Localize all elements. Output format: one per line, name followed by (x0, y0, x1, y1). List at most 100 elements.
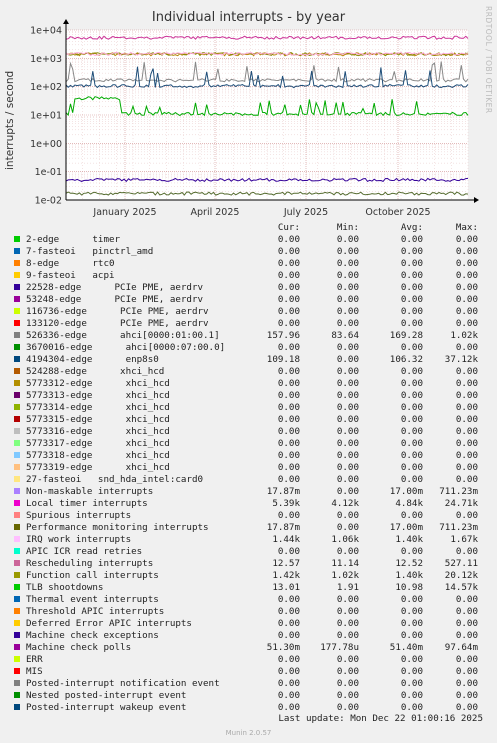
legend-swatch (14, 488, 20, 494)
legend-cur: 0.00 (277, 402, 300, 413)
legend-swatch (14, 344, 20, 350)
legend-row: IRQ work interrupts 1.44k 1.06k 1.40k 1.67k (0, 534, 497, 546)
legend-row: 5773314-edge xhci_hcd 0.00 0.00 0.00 0.00 (0, 402, 497, 414)
legend-swatch (14, 632, 20, 638)
legend-max: 0.00 (455, 234, 478, 245)
legend-min: 11.14 (331, 558, 359, 569)
legend-row: MIS 0.00 0.00 0.00 0.00 (0, 666, 497, 678)
legend-max: 0.00 (455, 630, 478, 641)
legend-cur: 17.87m (266, 522, 300, 533)
legend-cur: 0.00 (277, 306, 300, 317)
legend-max: 0.00 (455, 270, 478, 281)
y-tick-label: 1e+03 (30, 54, 62, 65)
legend-cur: 0.00 (277, 258, 300, 269)
legend-label: Machine check exceptions (26, 630, 159, 641)
legend-min: 0.00 (336, 378, 359, 389)
legend-avg: 0.00 (400, 378, 423, 389)
legend-cur: 12.57 (272, 558, 300, 569)
legend-min: 0.00 (336, 450, 359, 461)
legend-cur: 0.00 (277, 366, 300, 377)
legend-swatch (14, 560, 20, 566)
legend-cur: 0.00 (277, 690, 300, 701)
legend-max: 0.00 (455, 474, 478, 485)
legend-max: 1.02k (450, 330, 478, 341)
x-tick-label: October 2025 (365, 207, 430, 218)
legend-row: 27-fasteoi snd_hda_intel:card0 0.00 0.00 0.… (0, 474, 497, 486)
legend-cur: 0.00 (277, 654, 300, 665)
legend-row: 5773318-edge xhci_hcd 0.00 0.00 0.00 0.00 (0, 450, 497, 462)
legend-avg: 0.00 (400, 510, 423, 521)
x-tick-label: July 2025 (283, 207, 328, 218)
legend-avg: 0.00 (400, 630, 423, 641)
legend-label: TLB shootdowns (26, 582, 104, 593)
legend-max: 0.00 (455, 414, 478, 425)
legend-avg: 0.00 (400, 318, 423, 329)
legend-avg: 0.00 (400, 414, 423, 425)
legend-avg: 0.00 (400, 258, 423, 269)
legend-label: 27-fasteoi snd_hda_intel:card0 (26, 474, 204, 485)
legend-min: 0.00 (336, 366, 359, 377)
legend-row: Thermal event interrupts 0.00 0.00 0.00 0.00 (0, 594, 497, 606)
legend-label: 3670016-edge ahci[0000:07:00.0] (26, 342, 226, 353)
legend-cur: 0.00 (277, 702, 300, 713)
legend-min: 0.00 (336, 522, 359, 533)
legend-max: 0.00 (455, 666, 478, 677)
legend-avg: 0.00 (400, 270, 423, 281)
legend-avg: 1.40k (395, 534, 423, 545)
legend-swatch (14, 368, 20, 374)
legend-min: 0.00 (336, 690, 359, 701)
legend-row: 133120-edge PCIe PME, aerdrv 0.00 0.00 0.00… (0, 318, 497, 330)
legend-row: TLB shootdowns 13.01 1.91 10.98 14.57k (0, 582, 497, 594)
legend-cur: 109.18 (266, 354, 300, 365)
legend-row: 5773319-edge xhci_hcd 0.00 0.00 0.00 0.00 (0, 462, 497, 474)
legend-swatch (14, 452, 20, 458)
legend-cur: 1.42k (272, 570, 300, 581)
legend-swatch (14, 500, 20, 506)
legend-min: 0.00 (336, 438, 359, 449)
legend-label: 5773318-edge xhci_hcd (26, 450, 170, 461)
x-tick-label: January 2025 (92, 207, 156, 218)
legend-row: 53248-edge PCIe PME, aerdrv 0.00 0.00 0.00 0… (0, 294, 497, 306)
legend-row: Function call interrupts 1.42k 1.02k 1.40k 2… (0, 570, 497, 582)
legend-min: 0.00 (336, 486, 359, 497)
legend-avg: 51.40m (389, 642, 423, 653)
legend-min: 0.00 (336, 270, 359, 281)
legend-cur: 0.00 (277, 234, 300, 245)
legend-max: 0.00 (455, 402, 478, 413)
legend-cur: 0.00 (277, 426, 300, 437)
legend-row: 526336-edge ahci[0000:01:00.1] 157.96 83.6… (0, 330, 497, 342)
legend-max: 0.00 (455, 342, 478, 353)
legend-label: 9-fasteoi acpi (26, 270, 115, 281)
legend-min: 0.00 (336, 666, 359, 677)
legend-row: Spurious interrupts 0.00 0.00 0.00 0.00 (0, 510, 497, 522)
legend-max: 0.00 (455, 390, 478, 401)
legend-min: 0.00 (336, 546, 359, 557)
legend-avg: 0.00 (400, 690, 423, 701)
col-header-avg: Avg: (400, 222, 423, 233)
legend-min: 0.00 (336, 390, 359, 401)
legend-cur: 0.00 (277, 678, 300, 689)
legend-min: 0.00 (336, 474, 359, 485)
legend-min: 0.00 (336, 678, 359, 689)
legend-row: 524288-edge xhci_hcd 0.00 0.00 0.00 0.00 (0, 366, 497, 378)
legend-min: 0.00 (336, 342, 359, 353)
legend-max: 527.11 (444, 558, 478, 569)
legend-swatch (14, 536, 20, 542)
legend-avg: 169.28 (389, 330, 423, 341)
legend-max: 0.00 (455, 438, 478, 449)
legend-avg: 0.00 (400, 678, 423, 689)
legend-max: 0.00 (455, 246, 478, 257)
legend-min: 4.12k (331, 498, 359, 509)
legend-max: 1.67k (450, 534, 478, 545)
legend-swatch (14, 524, 20, 530)
legend-cur: 0.00 (277, 414, 300, 425)
legend-cur: 0.00 (277, 270, 300, 281)
legend-row: 8-edge rtc0 0.00 0.00 0.00 0.00 (0, 258, 497, 270)
legend-cur: 0.00 (277, 294, 300, 305)
legend-label: Threshold APIC interrupts (26, 606, 165, 617)
legend-cur: 0.00 (277, 666, 300, 677)
legend-max: 0.00 (455, 546, 478, 557)
legend-avg: 0.00 (400, 474, 423, 485)
legend-swatch (14, 608, 20, 614)
x-tick-label: April 2025 (191, 207, 240, 218)
